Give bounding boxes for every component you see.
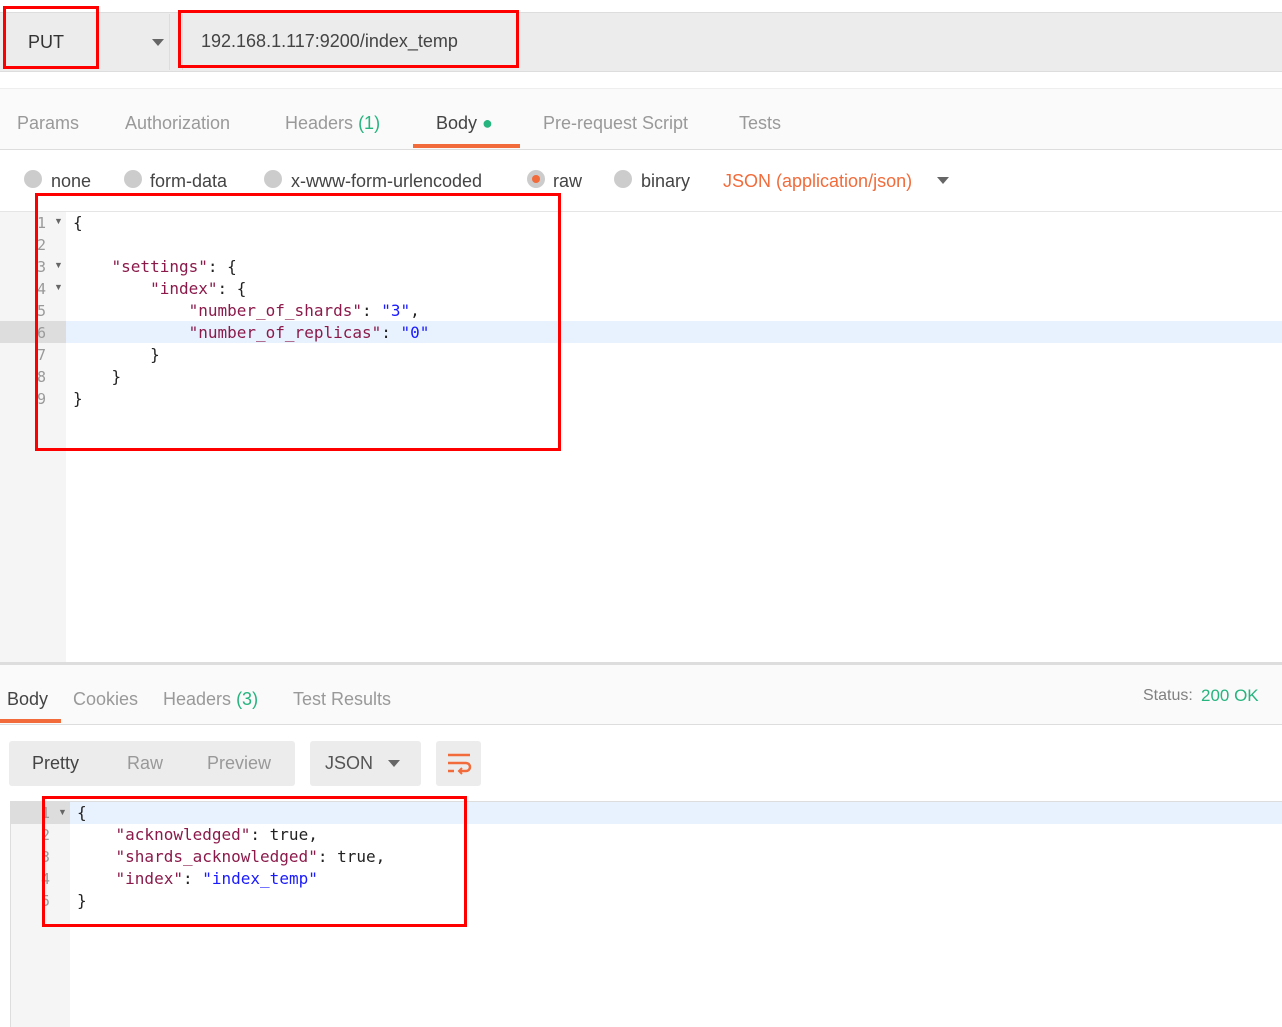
radio-binary[interactable] (614, 170, 632, 188)
raw-button[interactable]: Raw (127, 753, 163, 774)
chevron-down-icon (388, 760, 400, 767)
wrap-lines-button[interactable] (436, 741, 481, 786)
tab-body[interactable]: Body ● (436, 113, 493, 134)
wrap-icon (448, 753, 472, 775)
status-label: Status: (1143, 687, 1193, 704)
response-tabs: Body Cookies Headers (3) Test Results St… (0, 662, 1282, 725)
radio-form-data[interactable] (124, 170, 142, 188)
annotation-box (42, 796, 467, 927)
active-tab-underline (0, 719, 61, 723)
status-value: 200 OK (1201, 686, 1259, 705)
request-tabs: Params Authorization Headers (1) Body ● … (0, 88, 1282, 150)
pretty-button[interactable]: Pretty (32, 753, 79, 774)
label-form-data: form-data (150, 171, 228, 191)
preview-button[interactable]: Preview (207, 753, 271, 774)
label-urlencoded: x-www-form-urlencoded (291, 171, 483, 191)
radio-none[interactable] (24, 170, 42, 188)
content-type-select[interactable]: JSON (application/json) (723, 171, 912, 192)
tab-test-results[interactable]: Test Results (293, 689, 391, 710)
body-indicator-dot-icon: ● (482, 113, 493, 133)
tab-pre-request-script[interactable]: Pre-request Script (543, 113, 688, 134)
radio-urlencoded[interactable] (264, 170, 282, 188)
annotation-box (3, 6, 99, 69)
label-none: none (51, 171, 92, 191)
tab-headers[interactable]: Headers (1) (285, 113, 380, 134)
tab-authorization[interactable]: Authorization (125, 113, 230, 134)
format-select[interactable]: JSON (310, 741, 421, 786)
headers-count: (3) (236, 689, 259, 709)
tab-params[interactable]: Params (17, 113, 79, 134)
tab-response-body[interactable]: Body (7, 689, 48, 710)
tab-cookies[interactable]: Cookies (73, 689, 138, 710)
tab-tests[interactable]: Tests (739, 113, 781, 134)
tab-label: Headers (163, 689, 232, 709)
tab-response-headers[interactable]: Headers (3) (163, 689, 258, 710)
label-raw: raw (553, 171, 583, 191)
format-label: JSON (325, 753, 374, 773)
tab-label: Body (436, 113, 478, 133)
chevron-down-icon (152, 39, 164, 46)
annotation-box (178, 10, 519, 68)
active-tab-underline (413, 144, 520, 148)
chevron-down-icon[interactable] (937, 177, 949, 184)
tab-label: Headers (285, 113, 354, 133)
radio-raw[interactable] (527, 170, 545, 188)
headers-count: (1) (358, 113, 381, 133)
annotation-box (35, 193, 561, 451)
label-binary: binary (641, 171, 691, 191)
